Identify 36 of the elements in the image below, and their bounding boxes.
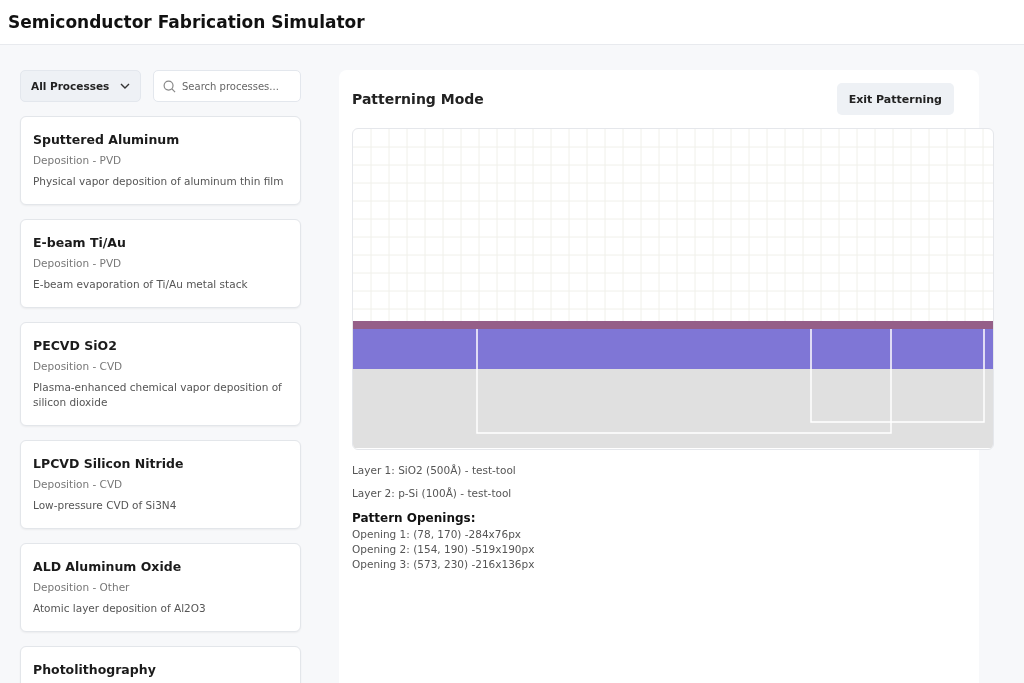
exit-patterning-button[interactable]: Exit Patterning — [836, 83, 954, 115]
process-category: Deposition - PVD — [33, 256, 123, 269]
opening-info: Opening 1: (78, 170) -284x76px — [352, 528, 523, 540]
process-card[interactable]: LPCVD Silicon Nitride Deposition - CVD Low-pressure CVD of Si3N4 — [20, 440, 301, 529]
process-category: Deposition - CVD — [33, 359, 124, 372]
process-card[interactable]: E-beam Ti/Au Deposition - PVD E-beam evaporation of Ti/Au metal stack — [20, 218, 301, 308]
search-field[interactable]: Search processes... — [153, 70, 301, 102]
process-name: LPCVD Silicon Nitride — [33, 456, 185, 471]
process-name: Photolithography — [33, 661, 157, 677]
process-description: Low-pressure CVD of Si3N4 — [33, 498, 178, 513]
process-description: Physical vapor deposition of aluminum thin film — [33, 174, 285, 189]
process-name: PECVD SiO2 — [33, 337, 118, 353]
process-name: Sputtered Aluminum — [33, 132, 181, 147]
process-filter-dropdown[interactable]: All Processes — [20, 70, 141, 102]
search-icon — [163, 80, 176, 93]
process-card[interactable]: PECVD SiO2 Deposition - CVD Plasma-enhanced chemical vapor deposition of silicon dioxide — [20, 321, 301, 426]
panel-title: Patterning Mode — [352, 91, 484, 107]
layer-info: Layer 1: SiO2 (500Å) - test-tool — [352, 464, 517, 476]
process-category: Deposition - PVD — [33, 154, 123, 166]
process-category: Deposition - CVD — [33, 478, 124, 490]
process-category: Deposition - Other — [33, 580, 131, 593]
opening-info: Opening 2: (154, 190) -519x190px — [352, 543, 536, 555]
layer-info: Layer 2: p-Si (100Å) - test-tool — [352, 487, 513, 499]
process-name: ALD Aluminum Oxide — [33, 558, 183, 574]
process-name: E-beam Ti/Au — [33, 234, 127, 250]
process-description: Atomic layer deposition of Al2O3 — [33, 600, 207, 616]
process-card[interactable]: ALD Aluminum Oxide Deposition - Other Atomic layer deposition of Al2O3 — [20, 542, 301, 632]
process-card[interactable]: Photolithography — [20, 645, 301, 683]
opening-info: Opening 3: (573, 230) -216x136px — [352, 558, 536, 570]
chevron-down-icon — [120, 83, 130, 89]
wafer-canvas[interactable] — [352, 128, 994, 450]
process-description: Plasma-enhanced chemical vapor deposition of silicon dioxide — [33, 379, 283, 411]
process-card[interactable]: Sputtered Aluminum Deposition - PVD Physical vapor deposition of aluminum thin film — [20, 116, 301, 205]
app-title: Semiconductor Fabrication Simulator — [8, 12, 365, 32]
process-description: E-beam evaporation of Ti/Au metal stack — [33, 276, 249, 292]
openings-title: Pattern Openings: — [352, 511, 477, 525]
